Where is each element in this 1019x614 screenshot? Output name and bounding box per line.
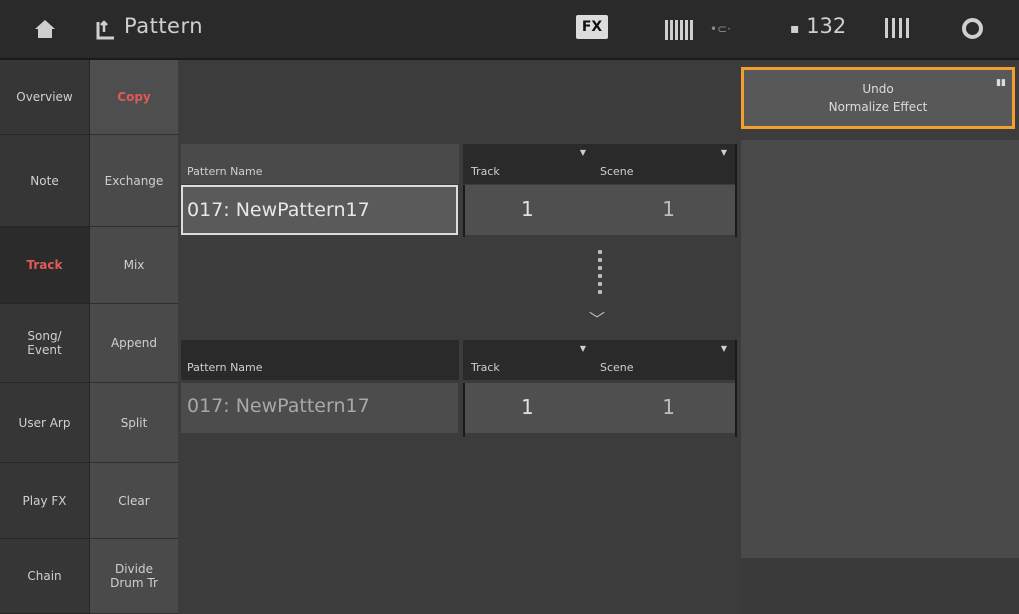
source-scene-header: Scene ▼ [598,144,735,184]
nav-item-user-arp[interactable]: User Arp [0,383,90,463]
nav-item-split[interactable]: Split [90,383,178,463]
dest-track-field[interactable]: 1 [463,383,598,433]
chevron-down-icon: ﹀ [589,310,606,329]
divider [463,185,465,237]
nav-item-exchange[interactable]: Exchange [90,135,178,227]
nav-column-secondary: Copy Exchange Mix Append Split Clear Div… [90,60,178,614]
nav-item-mix[interactable]: Mix [90,227,178,304]
nav-item-note[interactable]: Note [0,135,90,227]
dest-pattern-name-header: Pattern Name [181,340,459,380]
divider [735,340,737,437]
nav-item-clear[interactable]: Clear [90,463,178,539]
nav-item-track[interactable]: Track [0,227,90,304]
dest-scene-header: Scene ▼ [598,340,735,380]
source-scene-field[interactable]: 1 [598,185,735,235]
home-icon[interactable] [34,18,56,40]
record-icon[interactable] [962,18,983,39]
source-track-header: Track ▼ [463,144,598,184]
part-meter-icon [885,18,909,40]
pattern-icon[interactable] [94,19,116,41]
page-title: Pattern [124,14,204,38]
nav-item-divide-drum-tr[interactable]: Divide Drum Tr [90,539,178,614]
nav-item-play-fx[interactable]: Play FX [0,463,90,539]
top-bar: Pattern FX •⊂· ▪ 132 [0,0,1019,60]
dropdown-triangle-icon: ▼ [579,344,586,353]
dest-track-header: Track ▼ [463,340,598,380]
right-panel-footer [741,558,1019,614]
copy-direction-dots [596,250,604,294]
tempo-display[interactable]: ▪ 132 [790,14,846,38]
dropdown-triangle-icon: ▼ [720,344,727,353]
dropdown-triangle-icon: ▼ [720,148,727,157]
nav-item-song-event[interactable]: Song/ Event [0,304,90,383]
undo-target-label: Normalize Effect [828,100,928,114]
source-pattern-name-header: Pattern Name [181,144,459,184]
nav-item-chain[interactable]: Chain [0,539,90,614]
level-meter-icon [665,18,693,40]
nav-item-append[interactable]: Append [90,304,178,383]
right-panel [741,140,1019,614]
expand-corner-icon: ▮▮ [996,78,1006,88]
nav-item-overview[interactable]: Overview [0,60,90,135]
source-track-field[interactable]: 1 [463,185,598,235]
source-pattern-name-field[interactable]: 017: NewPattern17 [181,185,458,235]
undo-label: Undo [862,82,894,96]
divider [463,383,465,437]
undo-button[interactable]: ▮▮ Undo Normalize Effect [741,67,1015,129]
dropdown-triangle-icon: ▼ [579,148,586,157]
usb-icon: •⊂· [710,22,731,36]
divider [735,144,737,237]
nav-column-primary: Overview Note Track Song/ Event User Arp… [0,60,90,614]
dest-pattern-name-field: 017: NewPattern17 [181,383,458,433]
nav-item-copy[interactable]: Copy [90,60,178,135]
fx-badge[interactable]: FX [576,15,608,39]
dest-scene-field[interactable]: 1 [598,383,735,433]
